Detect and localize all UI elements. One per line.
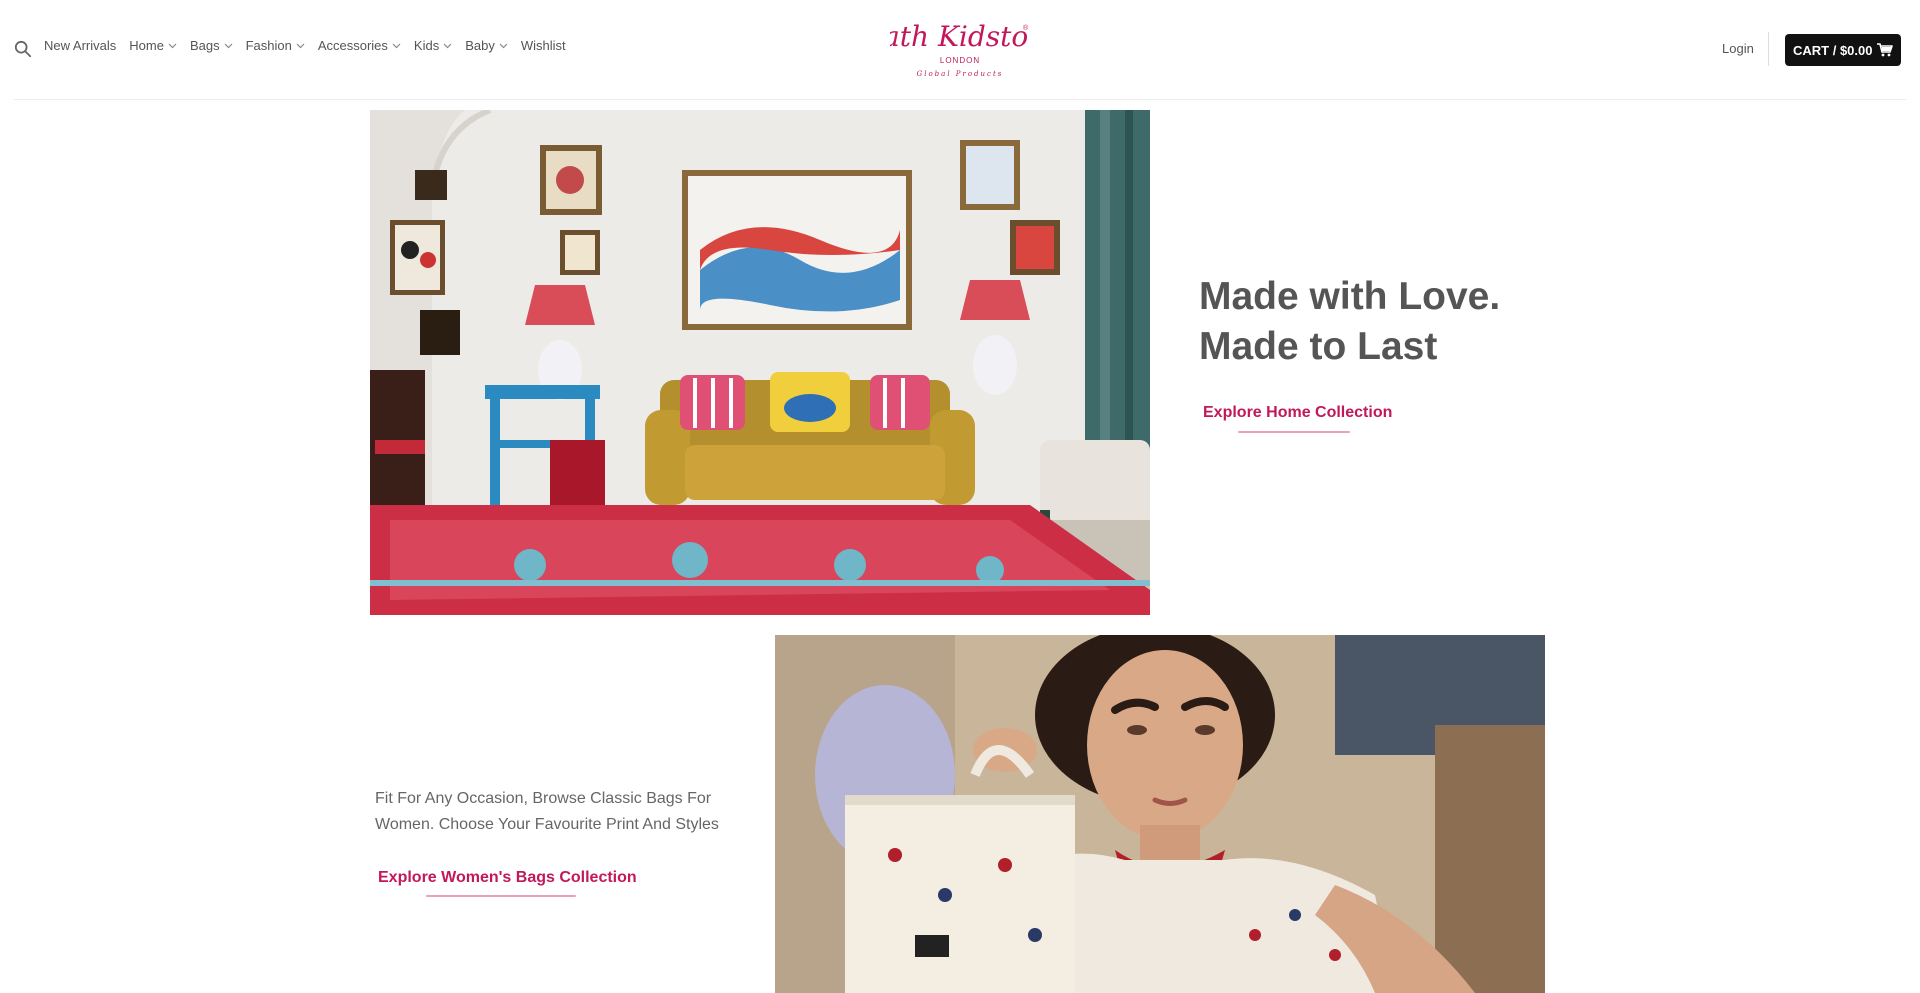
chevron-down-icon	[296, 43, 305, 48]
nav-item-fashion[interactable]: Fashion	[246, 38, 305, 53]
nav-item-label: Fashion	[245, 38, 292, 53]
cart-label: CART / $0.00	[1793, 42, 1873, 58]
chevron-down-icon	[224, 43, 233, 48]
logo-script: Cath Kidston	[890, 20, 1030, 53]
cath-kidston-logo[interactable]: Cath Kidston ® LONDON Global Products	[890, 16, 1030, 82]
womens-bags-image[interactable]	[775, 635, 1545, 993]
bags-cta-underline	[426, 895, 576, 897]
main-nav: New Arrivals Home Bags Fashion Accessories Ki…	[44, 38, 579, 53]
nav-item-kids[interactable]: Kids	[414, 38, 452, 53]
nav-item-home[interactable]: Home	[129, 38, 177, 53]
nav-item-label: New Arrivals	[44, 38, 117, 53]
chevron-down-icon	[168, 43, 177, 48]
bags-description: Fit For Any Occasion, Browse Classic Bag…	[375, 790, 719, 833]
logo-tagline: Global Products	[917, 70, 1004, 78]
home-cta-underline	[1238, 431, 1350, 433]
nav-item-baby[interactable]: Baby	[465, 38, 508, 53]
chevron-down-icon	[392, 43, 401, 48]
cart-button[interactable]: CART / $0.00	[1785, 34, 1902, 66]
nav-item-accessories[interactable]: Accessories	[318, 38, 401, 53]
nav-item-new-arrivals[interactable]: New Arrivals	[44, 38, 116, 53]
header-divider	[1768, 32, 1769, 66]
nav-item-bags[interactable]: Bags	[190, 38, 233, 53]
header-divider-line	[14, 99, 1906, 100]
chevron-down-icon	[443, 43, 452, 48]
cart-icon	[1877, 43, 1894, 57]
nav-item-label: Wishlist	[520, 38, 566, 53]
site-header: New Arrivals Home Bags Fashion Accessories Ki…	[0, 0, 1920, 99]
logo-registered: ®	[1023, 24, 1029, 32]
home-hero-title-line1: Made with Love.	[1199, 275, 1501, 318]
nav-item-label: Kids	[413, 38, 440, 53]
nav-item-label: Accessories	[317, 38, 388, 53]
explore-home-collection-link[interactable]: Explore Home Collection	[1203, 404, 1392, 422]
search-icon[interactable]	[14, 40, 32, 58]
explore-womens-bags-link[interactable]: Explore Women's Bags Collection	[378, 869, 637, 887]
nav-item-label: Bags	[189, 38, 220, 53]
logo-subtitle: LONDON	[940, 56, 980, 65]
nav-item-label: Baby	[465, 38, 495, 53]
login-link[interactable]: Login	[1722, 41, 1754, 56]
home-collection-image[interactable]	[370, 110, 1150, 615]
home-hero-title-line2: Made to Last	[1199, 325, 1438, 368]
nav-item-wishlist[interactable]: Wishlist	[521, 38, 566, 53]
nav-item-label: Home	[129, 38, 164, 53]
home-hero-title: Made with Love. Made to Last	[1199, 272, 1599, 372]
chevron-down-icon	[499, 43, 508, 48]
